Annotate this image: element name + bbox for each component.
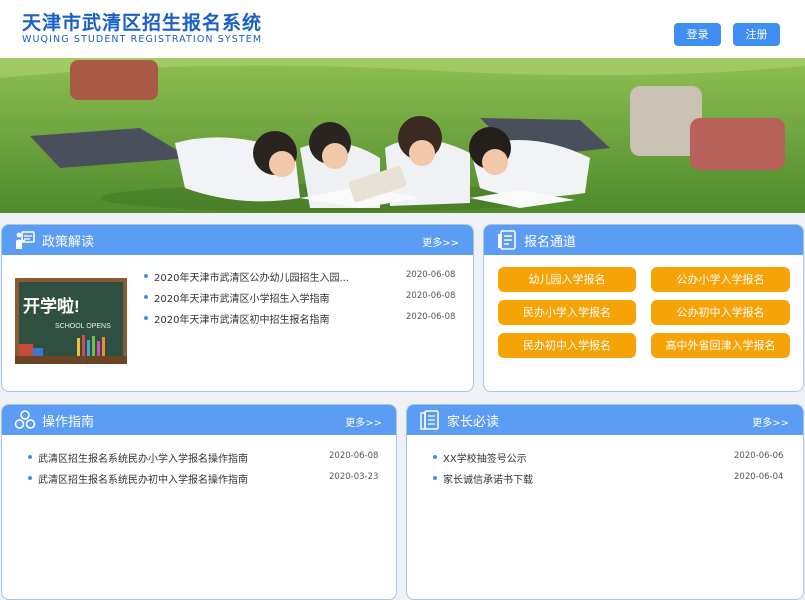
document-list-icon	[498, 230, 516, 250]
news-item[interactable]: 家长诚信承诺书下载 2020-06-04	[433, 471, 783, 492]
news-item[interactable]: 武清区招生报名系统民办初中入学报名操作指南 2020-03-23	[28, 471, 378, 492]
parents-panel: 家长必读 更多>> XX学校抽签号公示 2020-06-06 家长诚信承诺书下载…	[406, 404, 804, 600]
guide-panel-header: 操作指南 更多>>	[2, 405, 396, 435]
news-item[interactable]: 2020年天津市武清区公办幼儿园招生入园... 2020-06-08	[144, 269, 456, 290]
parents-panel-header: 家长必读 更多>>	[407, 405, 803, 435]
guide-panel: 操作指南 更多>> 武清区招生报名系统民办小学入学报名操作指南 2020-06-…	[1, 404, 397, 600]
cluster-icon	[14, 410, 36, 429]
bullet-dot	[433, 476, 437, 480]
news-title[interactable]: 2020年天津市武清区公办幼儿园招生入园...	[154, 269, 349, 284]
news-title[interactable]: 武清区招生报名系统民办小学入学报名操作指南	[38, 450, 248, 465]
bullet-dot	[144, 274, 148, 278]
news-date: 2020-06-06	[734, 451, 784, 461]
bullet-dot	[433, 455, 437, 459]
board-subtext: SCHOOL OPENS	[55, 323, 111, 330]
banner-illustration	[0, 58, 805, 213]
private-junior-registration-button[interactable]: 民办初中入学报名	[498, 333, 636, 358]
news-title[interactable]: 家长诚信承诺书下载	[443, 471, 533, 486]
news-date: 2020-06-08	[406, 291, 456, 301]
bullet-dot	[28, 476, 32, 480]
policy-panel: 政策解读 更多>> 开学啦! SCHOOL OPENS 2020年天津市武清区公…	[1, 224, 474, 392]
bullet-dot	[144, 295, 148, 299]
registration-panel-header: 报名通道	[484, 225, 803, 255]
site-header: 天津市武清区招生报名系统 WUQING STUDENT REGISTRATION…	[0, 0, 805, 58]
public-junior-registration-button[interactable]: 公办初中入学报名	[651, 300, 790, 325]
parents-news-list: XX学校抽签号公示 2020-06-06 家长诚信承诺书下载 2020-06-0…	[433, 450, 783, 492]
public-primary-registration-button[interactable]: 公办小学入学报名	[651, 267, 790, 292]
bullet-dot	[144, 316, 148, 320]
news-date: 2020-06-08	[406, 270, 456, 280]
site-subtitle: WUQING STUDENT REGISTRATION SYSTEM	[22, 34, 263, 45]
school-opens-image: 开学啦! SCHOOL OPENS	[15, 278, 127, 364]
policy-more-link[interactable]: 更多>>	[422, 234, 459, 249]
guide-more-link[interactable]: 更多>>	[345, 414, 382, 429]
news-item[interactable]: XX学校抽签号公示 2020-06-06	[433, 450, 783, 471]
board-text: 开学啦!	[23, 296, 80, 316]
news-item[interactable]: 武清区招生报名系统民办小学入学报名操作指南 2020-06-08	[28, 450, 378, 471]
news-item[interactable]: 2020年天津市武清区初中招生报名指南 2020-06-08	[144, 311, 456, 332]
policy-panel-header: 政策解读 更多>>	[2, 225, 473, 255]
parents-more-link[interactable]: 更多>>	[752, 414, 789, 429]
register-button[interactable]: 注册	[733, 23, 780, 46]
login-button[interactable]: 登录	[674, 23, 721, 46]
news-date: 2020-06-08	[406, 312, 456, 322]
book-list-icon	[420, 410, 439, 430]
private-primary-registration-button[interactable]: 民办小学入学报名	[498, 300, 636, 325]
guide-panel-title: 操作指南	[42, 415, 95, 430]
bullet-dot	[28, 455, 32, 459]
registration-panel: 报名通道 幼儿园入学报名 公办小学入学报名 民办小学入学报名 公办初中入学报名 …	[483, 224, 804, 392]
news-date: 2020-06-04	[734, 472, 784, 482]
policy-panel-title: 政策解读	[42, 235, 95, 250]
hero-banner	[0, 58, 805, 213]
news-title[interactable]: 武清区招生报名系统民办初中入学报名操作指南	[38, 471, 248, 486]
news-date: 2020-06-08	[329, 451, 379, 461]
parents-panel-title: 家长必读	[447, 415, 500, 430]
news-item[interactable]: 2020年天津市武清区小学招生入学指南 2020-06-08	[144, 290, 456, 311]
news-date: 2020-03-23	[329, 472, 379, 482]
news-title[interactable]: 2020年天津市武清区初中招生报名指南	[154, 311, 329, 326]
registration-panel-title: 报名通道	[524, 235, 577, 250]
site-title[interactable]: 天津市武清区招生报名系统	[22, 8, 262, 35]
kindergarten-registration-button[interactable]: 幼儿园入学报名	[498, 267, 636, 292]
presenter-icon	[16, 231, 35, 249]
news-title[interactable]: 2020年天津市武清区小学招生入学指南	[154, 290, 329, 305]
news-title[interactable]: XX学校抽签号公示	[443, 450, 527, 465]
policy-news-list: 2020年天津市武清区公办幼儿园招生入园... 2020-06-08 2020年…	[144, 269, 456, 332]
guide-news-list: 武清区招生报名系统民办小学入学报名操作指南 2020-06-08 武清区招生报名…	[28, 450, 378, 492]
high-school-return-registration-button[interactable]: 高中外省回津入学报名	[651, 333, 790, 358]
